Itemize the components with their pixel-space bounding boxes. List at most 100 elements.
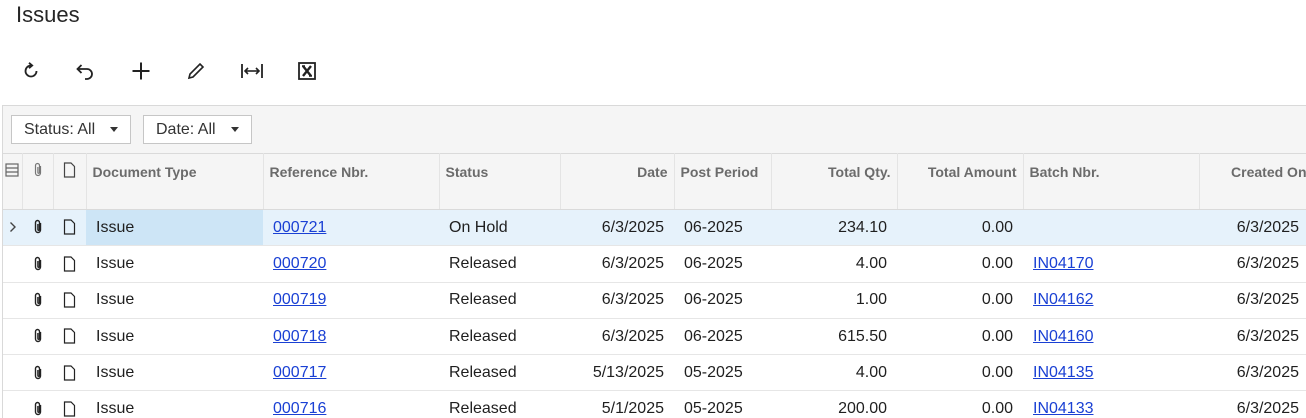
cell-batch-nbr[interactable]: IN04160 [1023,318,1199,356]
cell-date[interactable]: 6/3/2025 [560,209,674,247]
column-header-batch-nbr[interactable]: Batch Nbr. [1023,153,1200,210]
cell-total-amount[interactable]: 0.00 [897,282,1023,319]
cell-document-type[interactable]: Issue [86,209,263,247]
cell-total-qty[interactable]: 234.10 [771,209,897,247]
table-row[interactable]: Issue 000718 Released 6/3/2025 06-2025 615.50… [3,318,1306,356]
batch-nbr-link[interactable]: IN04162 [1033,291,1094,308]
table-row[interactable]: Issue 000717 Released 5/13/2025 05-2025 4.00 0… [3,354,1306,392]
row-notes[interactable] [53,209,86,247]
cell-total-qty[interactable]: 1.00 [771,282,897,319]
cell-document-type[interactable]: Issue [86,318,263,356]
date-filter-dropdown[interactable]: Date: All [143,115,252,144]
add-button[interactable] [126,56,156,86]
cell-total-amount[interactable]: 0.00 [897,354,1023,392]
batch-nbr-link[interactable]: IN04160 [1033,328,1094,345]
row-selector-header[interactable] [3,153,23,210]
cell-batch-nbr[interactable] [1023,209,1199,247]
cell-total-qty[interactable]: 615.50 [771,318,897,356]
table-row[interactable]: Issue 000716 Released 5/1/2025 05-2025 200.00… [3,390,1306,418]
reference-nbr-link[interactable]: 000721 [273,219,326,236]
cell-created-on[interactable]: 6/3/2025 [1199,245,1306,283]
column-header-total-qty[interactable]: Total Qty. [771,153,898,210]
cell-reference-nbr[interactable]: 000719 [263,282,439,319]
cell-date[interactable]: 6/3/2025 [560,318,674,356]
cell-status[interactable]: Released [439,354,560,392]
row-selector[interactable] [3,354,22,392]
cell-created-on[interactable]: 6/3/2025 [1199,318,1306,356]
cell-reference-nbr[interactable]: 000721 [263,209,439,247]
row-selector[interactable] [3,209,22,247]
row-notes[interactable] [53,282,86,319]
cell-status[interactable]: On Hold [439,209,560,247]
cell-total-amount[interactable]: 0.00 [897,318,1023,356]
notes-header[interactable] [53,153,87,210]
row-selector[interactable] [3,390,22,418]
cell-reference-nbr[interactable]: 000716 [263,390,439,418]
cell-document-type[interactable]: Issue [86,245,263,283]
column-header-reference-nbr[interactable]: Reference Nbr. [263,153,440,210]
cell-created-on[interactable]: 6/3/2025 [1199,282,1306,319]
cell-created-on[interactable]: 6/3/2025 [1199,209,1306,247]
edit-button[interactable] [181,56,211,86]
row-notes[interactable] [53,245,86,283]
cell-status[interactable]: Released [439,245,560,283]
cell-batch-nbr[interactable]: IN04162 [1023,282,1199,319]
column-header-document-type[interactable]: Document Type [86,153,264,210]
fit-to-screen-button[interactable] [237,56,267,86]
row-notes[interactable] [53,354,86,392]
cell-batch-nbr[interactable]: IN04135 [1023,354,1199,392]
batch-nbr-link[interactable]: IN04135 [1033,364,1094,381]
column-header-created-on[interactable]: Created On [1199,153,1306,210]
cell-reference-nbr[interactable]: 000720 [263,245,439,283]
cell-post-period[interactable]: 06-2025 [674,245,771,283]
row-attachments[interactable] [22,354,53,392]
row-selector[interactable] [3,245,22,283]
cell-status[interactable]: Released [439,318,560,356]
cell-created-on[interactable]: 6/3/2025 [1199,390,1306,418]
row-attachments[interactable] [22,390,53,418]
cell-post-period[interactable]: 06-2025 [674,282,771,319]
reference-nbr-link[interactable]: 000716 [273,400,326,417]
attachments-header[interactable] [22,153,54,210]
cell-batch-nbr[interactable]: IN04170 [1023,245,1199,283]
table-row[interactable]: Issue 000720 Released 6/3/2025 06-2025 4.00 0.… [3,245,1306,283]
row-attachments[interactable] [22,318,53,356]
reference-nbr-link[interactable]: 000719 [273,291,326,308]
row-selector[interactable] [3,282,22,319]
batch-nbr-link[interactable]: IN04170 [1033,255,1094,272]
cell-status[interactable]: Released [439,390,560,418]
cell-document-type[interactable]: Issue [86,282,263,319]
batch-nbr-link[interactable]: IN04133 [1033,400,1094,417]
cell-total-qty[interactable]: 200.00 [771,390,897,418]
cell-date[interactable]: 6/3/2025 [560,245,674,283]
column-header-total-amount[interactable]: Total Amount [897,153,1024,210]
cell-total-amount[interactable]: 0.00 [897,209,1023,247]
row-selector[interactable] [3,318,22,356]
cell-document-type[interactable]: Issue [86,390,263,418]
cell-post-period[interactable]: 06-2025 [674,209,771,247]
column-header-post-period[interactable]: Post Period [674,153,772,210]
table-row[interactable]: Issue 000721 On Hold 6/3/2025 06-2025 234.10 0… [3,209,1306,247]
cell-document-type[interactable]: Issue [86,354,263,392]
reference-nbr-link[interactable]: 000718 [273,328,326,345]
refresh-button[interactable] [16,56,46,86]
cell-batch-nbr[interactable]: IN04133 [1023,390,1199,418]
cell-reference-nbr[interactable]: 000717 [263,354,439,392]
status-filter-dropdown[interactable]: Status: All [11,115,131,144]
cell-total-amount[interactable]: 0.00 [897,245,1023,283]
cell-date[interactable]: 6/3/2025 [560,282,674,319]
export-excel-button[interactable] [292,56,322,86]
cell-date[interactable]: 5/1/2025 [560,390,674,418]
cell-reference-nbr[interactable]: 000718 [263,318,439,356]
cell-post-period[interactable]: 05-2025 [674,390,771,418]
cell-status[interactable]: Released [439,282,560,319]
column-header-status[interactable]: Status [439,153,561,210]
cell-date[interactable]: 5/13/2025 [560,354,674,392]
row-notes[interactable] [53,318,86,356]
row-attachments[interactable] [22,282,53,319]
table-row[interactable]: Issue 000719 Released 6/3/2025 06-2025 1.00 0.… [3,282,1306,319]
reference-nbr-link[interactable]: 000717 [273,364,326,381]
cell-created-on[interactable]: 6/3/2025 [1199,354,1306,392]
cell-post-period[interactable]: 05-2025 [674,354,771,392]
row-attachments[interactable] [22,245,53,283]
